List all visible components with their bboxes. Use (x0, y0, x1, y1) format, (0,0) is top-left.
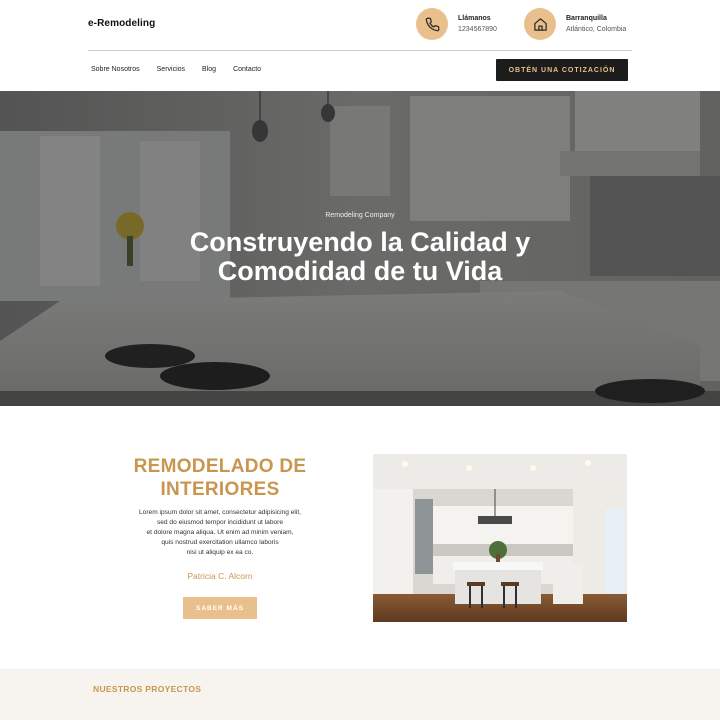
top-header: e-Remodeling Llámanos 1234567890 Barranq… (0, 0, 720, 50)
feature-body-line: et dolore magna aliqua. Ut enim ad minim… (146, 529, 294, 536)
learn-more-button[interactable]: SABER MÁS (183, 597, 257, 619)
hero-kicker: Remodeling Company (325, 212, 395, 219)
contact-phone-number[interactable]: 1234567890 (458, 24, 497, 35)
feature-body-line: Lorem ipsum dolor sit amet, consectetur … (139, 509, 301, 516)
contact-phone[interactable]: Llámanos 1234567890 (416, 8, 497, 40)
nav-item-blog[interactable]: Blog (202, 66, 216, 73)
feature-title-line-1: REMODELADO DE (133, 456, 307, 477)
contact-location: Barranquilla Atlántico, Colombia (524, 8, 626, 40)
home-icon (524, 8, 556, 40)
feature-title-line-2: INTERIORES (160, 479, 280, 500)
feature-body: Lorem ipsum dolor sit amet, consectetur … (110, 508, 330, 558)
contact-phone-title: Llámanos (458, 15, 491, 22)
contact-location-city: Barranquilla (566, 15, 607, 22)
hero-title: Construyendo la Calidad y Comodidad de t… (0, 228, 720, 286)
phone-icon (416, 8, 448, 40)
hero-title-line-2: Comodidad de tu Vida (217, 256, 503, 286)
projects-section: NUESTROS PROYECTOS (0, 669, 720, 720)
header-divider (88, 50, 632, 51)
feature-author: Patricia C. Alcorn (187, 571, 253, 581)
contact-location-region: Atlántico, Colombia (566, 26, 627, 33)
feature-body-line: nisi ut aliquip ex ea co. (186, 549, 254, 556)
feature-body-line: sed do eiusmod tempor incididunt ut labo… (156, 519, 284, 526)
nav-item-servicios[interactable]: Servicios (157, 66, 185, 73)
feature-title: REMODELADO DE INTERIORES (110, 455, 330, 501)
projects-title: NUESTROS PROYECTOS (93, 684, 202, 694)
feature-body-line: quis nostrud exercitation ullamco labori… (161, 539, 279, 546)
hero-title-line-1: Construyendo la Calidad y (189, 227, 531, 257)
nav-item-sobre-nosotros[interactable]: Sobre Nosotros (91, 66, 140, 73)
main-nav: Sobre Nosotros Servicios Blog Contacto (91, 66, 261, 73)
get-quote-button[interactable]: OBTÉN UNA COTIZACIÓN (496, 59, 628, 81)
nav-item-contacto[interactable]: Contacto (233, 66, 261, 73)
site-logo[interactable]: e-Remodeling (88, 18, 155, 29)
kitchen-photo (373, 454, 627, 622)
hero-section: Remodeling Company Construyendo la Calid… (0, 91, 720, 406)
